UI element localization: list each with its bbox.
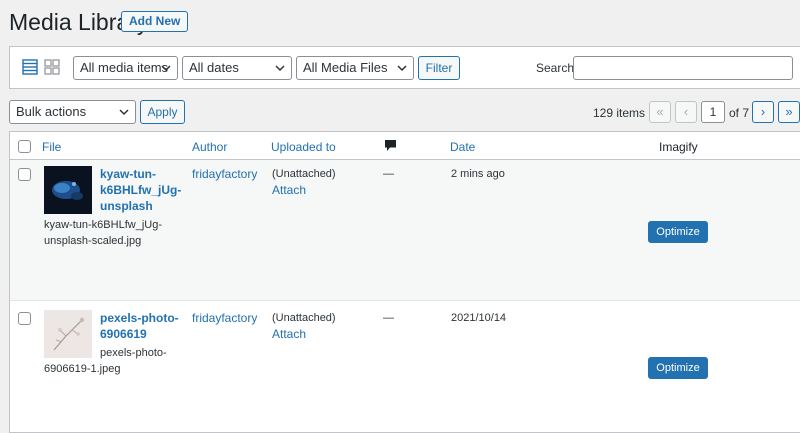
filter-button[interactable]: Filter (418, 56, 460, 80)
author-link[interactable]: fridayfactory (192, 167, 257, 182)
media-type-value: All media items (80, 60, 169, 75)
chevron-down-icon (119, 109, 129, 116)
media-filename: kyaw-tun-k6BHLfw_jUg- unsplash-scaled.jp… (44, 219, 162, 247)
list-view-icon[interactable] (22, 59, 38, 75)
first-page-button[interactable]: « (649, 101, 671, 123)
bulk-actions-select[interactable]: Bulk actions (9, 100, 136, 124)
current-page-input[interactable]: 1 (701, 101, 725, 123)
chevron-down-icon (397, 65, 407, 72)
last-page-button[interactable]: » (778, 101, 800, 123)
attach-link[interactable]: Attach (272, 183, 306, 198)
media-type-select[interactable]: All media items (73, 56, 178, 80)
prev-page-button[interactable]: ‹ (675, 101, 697, 123)
optimize-button[interactable]: Optimize (648, 357, 708, 379)
items-count: 129 items (593, 106, 646, 120)
comments-count: — (383, 312, 394, 324)
upload-date: 2 mins ago (451, 168, 505, 180)
next-page-button[interactable]: › (752, 101, 774, 123)
upload-date: 2021/10/14 (451, 312, 507, 324)
search-input[interactable] (573, 56, 793, 80)
column-date[interactable]: Date (450, 140, 475, 154)
bulk-actions-value: Bulk actions (16, 104, 87, 119)
row-checkbox[interactable] (18, 168, 31, 181)
select-all-checkbox[interactable] (18, 140, 31, 153)
total-pages: of 7 (729, 106, 750, 120)
column-author[interactable]: Author (192, 140, 227, 154)
optimize-button[interactable]: Optimize (648, 221, 708, 243)
media-title-link[interactable]: kyaw-tun- k6BHLfw_jUg- unsplash (100, 166, 181, 214)
media-files-select[interactable]: All Media Files (296, 56, 414, 80)
row-checkbox[interactable] (18, 312, 31, 325)
media-thumbnail[interactable] (44, 166, 92, 214)
chevron-down-icon (161, 65, 171, 72)
dates-value: All dates (189, 60, 239, 75)
author-link[interactable]: fridayfactory (192, 311, 257, 326)
chevron-down-icon (275, 65, 285, 72)
comment-bubble-icon (385, 140, 396, 151)
media-files-value: All Media Files (303, 60, 388, 75)
apply-button[interactable]: Apply (140, 100, 185, 124)
media-filename: pexels-photo- 6906619-1.jpeg (44, 347, 167, 375)
uploaded-to-status: (Unattached) (272, 312, 336, 324)
comments-count: — (383, 168, 394, 180)
column-imagify: Imagify (659, 140, 698, 154)
column-file[interactable]: File (42, 140, 61, 154)
search-label: Search (536, 61, 575, 75)
attach-link[interactable]: Attach (272, 327, 306, 342)
media-title-link[interactable]: pexels-photo- 6906619 (100, 310, 179, 342)
grid-view-icon[interactable] (44, 59, 60, 75)
column-uploaded-to[interactable]: Uploaded to (271, 140, 336, 154)
dates-select[interactable]: All dates (182, 56, 292, 80)
uploaded-to-status: (Unattached) (272, 168, 336, 180)
add-new-button[interactable]: Add New (121, 11, 189, 32)
